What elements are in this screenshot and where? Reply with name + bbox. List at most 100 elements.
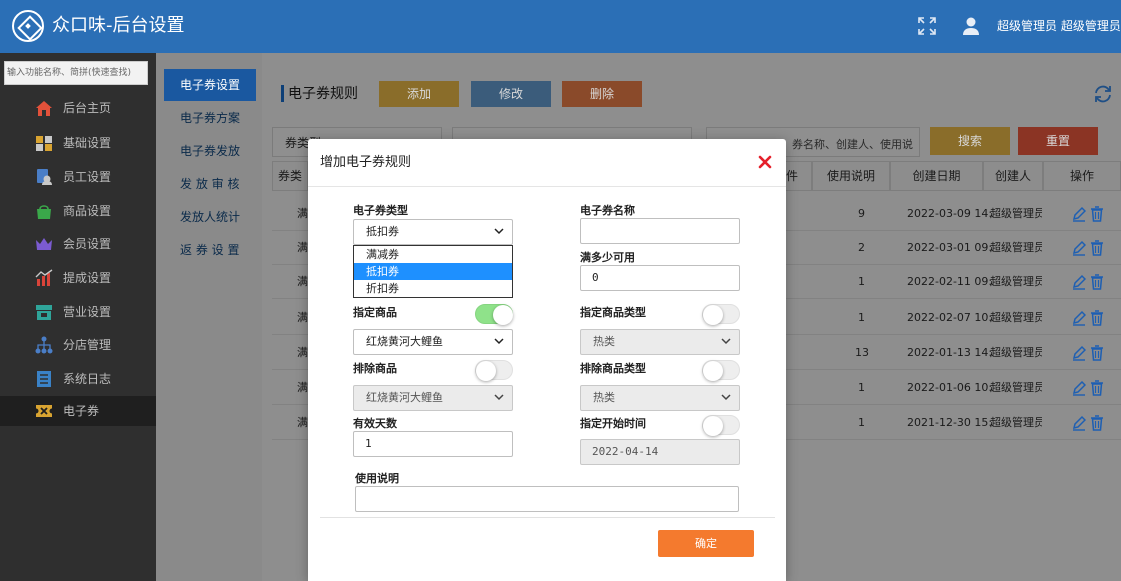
exclude-goods-select[interactable]: 红烧黄河大鲤鱼 (353, 385, 513, 411)
sidebar-item-label: 电子券 (63, 404, 100, 418)
subnav-issue-review[interactable]: 发 放 审 核 (164, 168, 256, 200)
edit-icon[interactable] (1072, 206, 1086, 222)
row-actions (1072, 415, 1104, 431)
dropdown-option[interactable]: 满减券 (354, 246, 512, 263)
sidebar-item-member[interactable]: 会员设置 (0, 229, 156, 259)
cell-usage: 1 (858, 311, 865, 324)
min-amount-input[interactable]: 0 (580, 265, 740, 291)
trash-icon[interactable] (1090, 380, 1104, 396)
column-header: 创建人 (983, 161, 1043, 191)
sidebar-item-branch[interactable]: 分店管理 (0, 330, 156, 360)
edit-icon[interactable] (1072, 345, 1086, 361)
subnav-coupon-plan[interactable]: 电子券方案 (164, 102, 256, 134)
bag-icon (37, 205, 51, 219)
dialog-title: 增加电子券规则 (320, 155, 412, 170)
dropdown-option-selected[interactable]: 抵扣券 (354, 263, 512, 280)
column-header: 使用说明 (812, 161, 890, 191)
valid-days-input[interactable]: 1 (353, 431, 513, 457)
cell-date: 2022-02-11 09: (907, 275, 993, 288)
subnav-coupon-settings[interactable]: 电子券设置 (164, 69, 256, 101)
edit-icon[interactable] (1072, 274, 1086, 290)
cell-usage: 1 (858, 381, 865, 394)
exclude-goods-toggle[interactable] (475, 360, 513, 381)
sidebar-item-label: 会员设置 (63, 237, 112, 251)
close-icon[interactable] (757, 154, 773, 170)
add-button[interactable]: 添加 (379, 81, 459, 107)
trash-icon[interactable] (1090, 240, 1104, 256)
log-icon (37, 371, 51, 387)
cell-usage: 9 (858, 207, 865, 220)
cell-date: 2022-01-13 14: (907, 346, 993, 359)
menu-search-input[interactable]: 输入功能名称、简拼(快速查找) (4, 61, 148, 85)
page-title: 电子券规则 (288, 86, 358, 102)
reset-button[interactable]: 重置 (1018, 127, 1098, 155)
delete-button[interactable]: 删除 (562, 81, 642, 107)
trash-icon[interactable] (1090, 415, 1104, 431)
start-time-toggle[interactable] (702, 415, 740, 436)
cell-type: 满 (297, 381, 308, 394)
cell-creator: 超级管理员 (990, 346, 1042, 359)
cell-type: 满 (297, 207, 308, 220)
sidebar-item-goods[interactable]: 商品设置 (0, 196, 156, 226)
trash-icon[interactable] (1090, 345, 1104, 361)
user-name[interactable]: 超级管理员 超级管理员 (997, 18, 1121, 34)
trash-icon[interactable] (1090, 206, 1104, 222)
exclude-type-select[interactable]: 热类 (580, 385, 740, 411)
goods-toggle[interactable] (475, 304, 513, 325)
cell-type: 满 (297, 346, 308, 359)
confirm-button[interactable]: 确定 (658, 530, 754, 557)
sidebar-item-business[interactable]: 营业设置 (0, 297, 156, 327)
cell-type: 满 (297, 311, 308, 324)
cell-date: 2022-01-06 10: (907, 381, 993, 394)
sidebar-item-commission[interactable]: 提成设置 (0, 263, 156, 293)
edit-icon[interactable] (1072, 380, 1086, 396)
fullscreen-icon[interactable] (917, 16, 937, 36)
goods-value: 红烧黄河大鲤鱼 (366, 335, 443, 348)
search-button[interactable]: 搜索 (930, 127, 1010, 155)
exclude-goods-label: 排除商品 (353, 362, 397, 375)
edit-icon[interactable] (1072, 240, 1086, 256)
chevron-down-icon (721, 394, 731, 401)
cell-date: 2021-12-30 15: (907, 416, 993, 429)
subnav-coupon-issue[interactable]: 电子券发放 (164, 135, 256, 167)
coupon-type-select[interactable]: 抵扣券 (353, 219, 513, 245)
goods-select[interactable]: 红烧黄河大鲤鱼 (353, 329, 513, 355)
branch-icon (35, 336, 53, 354)
cell-creator: 超级管理员 (990, 381, 1042, 394)
edit-button[interactable]: 修改 (471, 81, 551, 107)
row-actions (1072, 274, 1104, 290)
sidebar-item-basic[interactable]: 基础设置 (0, 128, 156, 158)
goods-type-select[interactable]: 热类 (580, 329, 740, 355)
row-actions (1072, 310, 1104, 326)
coupon-name-input[interactable] (580, 218, 740, 244)
top-header: 众口味-后台设置 超级管理员 超级管理员 (0, 0, 1121, 53)
edit-icon[interactable] (1072, 310, 1086, 326)
refresh-icon[interactable] (1092, 83, 1114, 105)
cell-type: 满 (297, 275, 308, 288)
start-time-input[interactable]: 2022-04-14 (580, 439, 740, 465)
description-input[interactable] (355, 486, 739, 512)
dropdown-option[interactable]: 折扣券 (354, 280, 512, 297)
edit-icon[interactable] (1072, 415, 1086, 431)
trash-icon[interactable] (1090, 274, 1104, 290)
sidebar-item-label: 后台主页 (63, 101, 112, 115)
column-header: 创建日期 (890, 161, 983, 191)
dialog-header: 增加电子券规则 (308, 139, 786, 187)
exclude-type-value: 热类 (593, 391, 615, 404)
toggle-knob (493, 305, 513, 325)
staff-icon (37, 169, 52, 185)
subnav-return-coupon[interactable]: 返 券 设 置 (164, 234, 256, 266)
sidebar-item-coupon[interactable]: 电子券 (0, 396, 156, 426)
subnav-issuer-stats[interactable]: 发放人统计 (164, 201, 256, 233)
goods-type-toggle[interactable] (702, 304, 740, 325)
sidebar-item-home[interactable]: 后台主页 (0, 93, 156, 123)
exclude-type-toggle[interactable] (702, 360, 740, 381)
sidebar: 输入功能名称、简拼(快速查找) 后台主页 基础设置 员工设置 商品设置 会员设置… (0, 53, 156, 581)
sidebar-item-staff[interactable]: 员工设置 (0, 162, 156, 192)
coupon-name-label: 电子券名称 (580, 204, 635, 217)
sidebar-item-log[interactable]: 系统日志 (0, 364, 156, 394)
sidebar-item-label: 系统日志 (63, 372, 112, 386)
trash-icon[interactable] (1090, 310, 1104, 326)
toggle-knob (703, 305, 723, 325)
user-icon[interactable] (962, 16, 980, 36)
